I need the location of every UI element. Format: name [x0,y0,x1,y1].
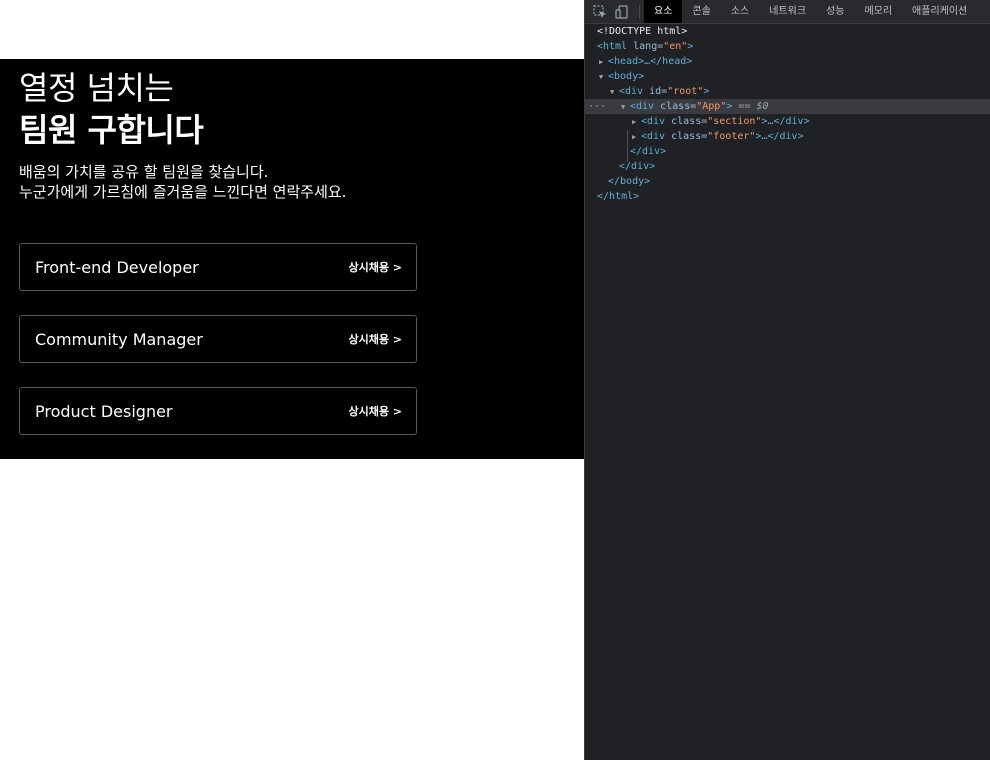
job-type-link[interactable]: 상시채용 > [348,331,402,347]
page-viewport: 열정 넘치는 팀원 구합니다 배움의 가치를 공유 할 팀원을 찾습니다. 누군… [0,0,584,760]
expand-triangle-icon[interactable]: ▶ [599,55,608,70]
devtools-panel: 요소 콘솔 소스 네트워크 성능 메모리 애플리케이션 <!DOCTYPE ht… [584,0,990,760]
tab-elements[interactable]: 요소 [644,0,683,23]
hero-desc-line2: 누군가에게 가르침에 즐거움을 느낀다면 연락주세요. [19,183,347,201]
device-toolbar-icon[interactable] [611,0,633,23]
tab-console[interactable]: 콘솔 [682,0,720,23]
devtools-toolbar: 요소 콘솔 소스 네트워크 성능 메모리 애플리케이션 [585,0,990,24]
job-card-frontend[interactable]: Front-end Developer 상시채용 > [19,243,417,291]
devtools-tabs: 요소 콘솔 소스 네트워크 성능 메모리 애플리케이션 [644,0,977,23]
tree-node-doctype[interactable]: <!DOCTYPE html> [585,24,990,39]
tab-application[interactable]: 애플리케이션 [902,0,977,23]
selected-marker: == $0 [732,101,769,112]
tab-memory[interactable]: 메모리 [854,0,902,23]
job-type-link[interactable]: 상시채용 > [348,403,402,419]
body-close-tag: </body> [608,176,651,187]
attr-name: class= [665,116,708,127]
job-card-designer[interactable]: Product Designer 상시채용 > [19,387,417,435]
tree-node-body[interactable]: ▼ <body> [585,69,990,84]
html-close-tag: </html> [597,191,640,202]
elements-tree: <!DOCTYPE html> <html lang="en"> ▶ <head>… [585,24,990,204]
tree-node-section[interactable]: ▶ <div class="section">…</div> [585,114,990,129]
div-tag: <div [641,131,666,142]
tab-network[interactable]: 네트워크 [759,0,816,23]
attr-name: lang= [627,41,664,52]
hero-title: 열정 넘치는 팀원 구합니다 [19,67,204,151]
tag-close: > [703,86,710,97]
div-close-tag: </div> [630,146,667,157]
recruit-section: 열정 넘치는 팀원 구합니다 배움의 가치를 공유 할 팀원을 찾습니다. 누군… [0,59,584,459]
collapse-triangle-icon[interactable]: ▼ [599,70,608,85]
collapse-triangle-icon[interactable]: ▼ [610,85,619,100]
tree-node-html-close[interactable]: </html> [585,189,990,204]
doctype-text: <!DOCTYPE html> [597,26,688,37]
div-tag: <div [630,101,655,112]
attr-value: "root" [667,86,704,97]
job-title: Product Designer [35,401,173,421]
expand-triangle-icon[interactable]: ▶ [632,115,641,130]
job-card-community[interactable]: Community Manager 상시채용 > [19,315,417,363]
tag-close: > [687,41,694,52]
body-tag: <body> [608,71,645,82]
attr-value: "footer" [707,131,756,142]
tree-node-root-close[interactable]: </div> [585,159,990,174]
attr-name: class= [665,131,708,142]
attr-value: "section" [707,116,762,127]
attr-name: id= [643,86,668,97]
hero-desc-line1: 배움의 가치를 공유 할 팀원을 찾습니다. [19,163,269,181]
attr-name: class= [654,101,697,112]
job-type-link[interactable]: 상시채용 > [348,259,402,275]
div-tag: <div [641,116,666,127]
hero-title-line2: 팀원 구합니다 [19,111,204,149]
collapse-triangle-icon[interactable]: ▼ [621,100,630,115]
tree-node-root[interactable]: ▼ <div id="root"> [585,84,990,99]
tree-node-app-selected[interactable]: ··· ▼ <div class="App"> == $0 [585,99,990,114]
div-close-tag: </div> [619,161,656,172]
tree-node-html[interactable]: <html lang="en"> [585,39,990,54]
tab-sources[interactable]: 소스 [721,0,759,23]
html-tag: <html [597,41,628,52]
div-tag: <div [619,86,644,97]
attr-value: "en" [663,41,688,52]
expand-triangle-icon[interactable]: ▶ [632,130,641,145]
tree-node-app-close[interactable]: </div> [585,144,990,159]
attr-value: "App" [696,101,727,112]
hero-title-line1: 열정 넘치는 [19,69,174,107]
head-tag: <head>…</head> [608,56,693,67]
job-title: Front-end Developer [35,257,199,277]
toolbar-divider [639,4,640,19]
tree-node-head[interactable]: ▶ <head>…</head> [585,54,990,69]
collapsed-close: >…</div> [755,131,804,142]
tree-node-body-close[interactable]: </body> [585,174,990,189]
collapsed-close: >…</div> [761,116,810,127]
tree-node-footer[interactable]: ▶ <div class="footer">…</div> [585,129,990,144]
more-options-icon[interactable]: ··· [588,99,606,114]
inspect-element-icon[interactable] [589,0,611,23]
job-title: Community Manager [35,329,203,349]
tab-performance[interactable]: 성능 [816,0,854,23]
hero-description: 배움의 가치를 공유 할 팀원을 찾습니다. 누군가에게 가르침에 즐거움을 느… [19,162,346,202]
